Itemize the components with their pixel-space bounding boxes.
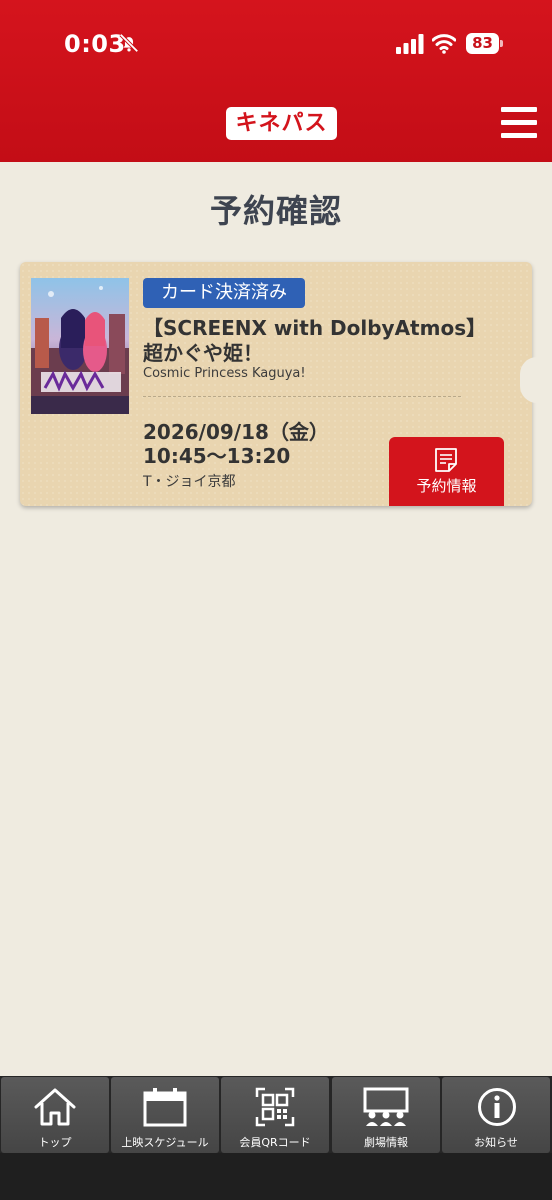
- wifi-icon: [432, 34, 456, 54]
- tab-notices[interactable]: お知らせ: [442, 1077, 550, 1153]
- app-logo[interactable]: キネパス: [226, 107, 337, 140]
- tab-member-qr[interactable]: 会員QRコード: [221, 1077, 329, 1153]
- battery-tip: [500, 40, 503, 47]
- battery-indicator: 83: [466, 33, 503, 54]
- calendar-icon: [143, 1088, 187, 1127]
- status-bar: 0:03 83: [0, 0, 552, 90]
- page-title: 予約確認: [209, 192, 342, 230]
- tab-schedule[interactable]: 上映スケジュール: [111, 1077, 219, 1153]
- payment-status-badge: カード決済済み: [143, 278, 305, 308]
- qr-code-icon: [255, 1087, 295, 1127]
- document-icon: [435, 448, 457, 472]
- theater-name: T・ジョイ京都: [143, 474, 236, 490]
- home-icon: [34, 1088, 76, 1126]
- tab-label: お知らせ: [474, 1136, 518, 1149]
- reservation-info-button[interactable]: 予約情報: [389, 437, 504, 506]
- cellular-signal-icon: [396, 34, 424, 54]
- show-time: 10:45〜13:20: [143, 444, 291, 468]
- tab-label: 劇場情報: [364, 1136, 408, 1149]
- ticket-divider: [143, 396, 461, 397]
- tab-label: トップ: [38, 1136, 72, 1149]
- home-indicator-area: [0, 1153, 552, 1200]
- tab-label: 会員QRコード: [239, 1136, 311, 1149]
- app-header: 0:03 83 キネパス: [0, 0, 552, 162]
- reservation-ticket-card[interactable]: カード決済済み 【SCREENX with DolbyAtmos】超かぐや姫！ …: [20, 262, 552, 506]
- movie-subtitle: Cosmic Princess Kaguya!: [143, 366, 306, 381]
- tab-top[interactable]: トップ: [1, 1077, 109, 1153]
- movie-title: 【SCREENX with DolbyAtmos】超かぐや姫！: [143, 316, 487, 365]
- info-icon: [478, 1088, 516, 1126]
- battery-level: 83: [466, 33, 499, 54]
- theater-icon: [363, 1087, 409, 1126]
- tab-label: 上映スケジュール: [121, 1136, 209, 1149]
- bell-off-icon: [119, 33, 139, 53]
- ticket-notch: [520, 357, 552, 403]
- movie-poster-image: [31, 278, 129, 414]
- tab-theater-info[interactable]: 劇場情報: [332, 1077, 440, 1153]
- status-time: 0:03: [64, 30, 126, 58]
- hamburger-menu-icon[interactable]: [501, 107, 537, 139]
- reservation-info-label: 予約情報: [416, 477, 477, 495]
